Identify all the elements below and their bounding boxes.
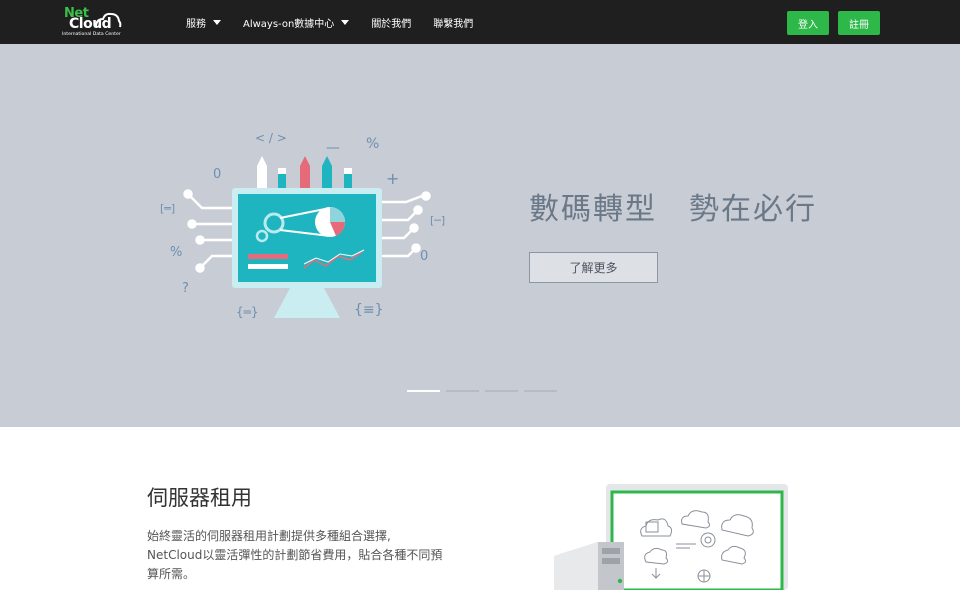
carousel-dot[interactable] (485, 390, 518, 392)
nav-item-label: Always-on數據中心 (243, 18, 335, 30)
bracket-right-symbol: [─] (430, 214, 445, 227)
carousel-dot[interactable] (446, 390, 479, 392)
server-illustration (554, 484, 788, 590)
hero-illustration: < / > — % 0 + [═] [─] % 0 ? {═} {≡} (160, 131, 445, 319)
section-title: 伺服器租用 (147, 486, 252, 510)
server-tower (554, 542, 598, 590)
caret-down-icon (341, 19, 350, 25)
nav-item-label: 聯繫我們 (433, 18, 474, 30)
nav-item-contact[interactable]: 聯繫我們 (433, 15, 473, 30)
dash-symbol: — (326, 140, 340, 156)
nav-item-always-on[interactable]: Always-on數據中心 (243, 15, 350, 30)
percent-symbol: % (170, 245, 182, 260)
carousel-dot[interactable] (524, 390, 557, 392)
netcloud-logo[interactable]: Net Cloud International Data Center (58, 6, 124, 40)
main-nav: 服務 Always-on數據中心 關於我們 聯繫我們 (186, 0, 495, 44)
register-button[interactable]: 註冊 (838, 11, 880, 35)
hero-title: 數碼轉型 勢在必行 (529, 192, 817, 227)
power-led-icon (617, 578, 623, 584)
learn-more-button[interactable]: 了解更多 (529, 252, 658, 283)
code-symbol: < / > (255, 131, 287, 145)
percent-symbol: % (366, 136, 379, 152)
bracket-left-symbol: [═] (160, 202, 175, 215)
nav-item-label: 關於我們 (371, 18, 412, 30)
nav-item-about[interactable]: 關於我們 (371, 15, 411, 30)
plus-symbol: + (386, 169, 399, 188)
question-symbol: ? (182, 281, 189, 296)
hero-banner: < / > — % 0 + [═] [─] % 0 ? {═} {≡} 數碼轉型… (0, 44, 960, 427)
carousel-indicators (407, 390, 563, 392)
login-button[interactable]: 登入 (787, 11, 829, 35)
usb-sticks (257, 156, 352, 188)
zero-symbol: 0 (213, 167, 221, 182)
top-navbar: Net Cloud International Data Center 服務 A… (0, 0, 960, 44)
brace-left-symbol: {═} (236, 305, 259, 319)
logo-cloud-icon (95, 12, 122, 28)
zero-symbol: 0 (420, 249, 428, 264)
whiteboard (610, 490, 784, 590)
section-description: 始終靈活的伺服器租用計劃提供多種組合選擇, NetCloud以靈活彈性的計劃節省… (147, 529, 443, 581)
caret-down-icon (213, 19, 221, 25)
brace-right-symbol: {≡} (354, 302, 384, 318)
monitor-stand (274, 288, 340, 318)
logo-tagline: International Data Center (62, 32, 121, 37)
carousel-dot[interactable] (407, 390, 440, 392)
nav-item-label: 服務 (186, 18, 206, 30)
nav-item-services[interactable]: 服務 (186, 15, 221, 30)
